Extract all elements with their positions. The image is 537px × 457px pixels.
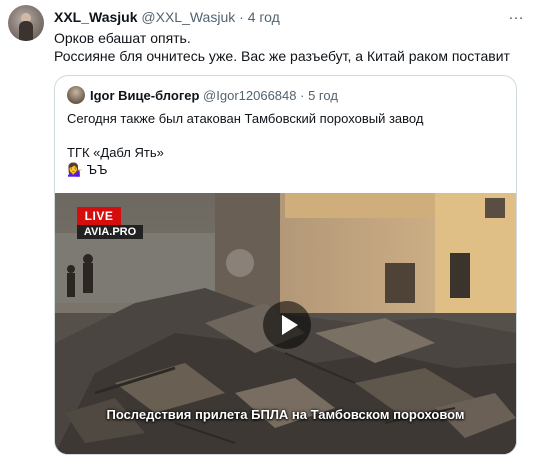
live-badge: LIVE bbox=[77, 207, 121, 225]
quoted-header: Igor Вице-блогер @Igor12066848 · 5 год bbox=[90, 88, 338, 103]
quoted-tweet[interactable]: Igor Вице-блогер @Igor12066848 · 5 год С… bbox=[54, 75, 517, 455]
header-separator: · bbox=[239, 9, 244, 25]
author-avatar[interactable] bbox=[8, 5, 44, 41]
quoted-author-handle: @Igor12066848 bbox=[203, 88, 297, 103]
quoted-text: Сегодня также был атакован Тамбовский по… bbox=[67, 110, 423, 178]
play-icon[interactable] bbox=[263, 301, 311, 349]
play-triangle bbox=[282, 315, 298, 335]
quoted-time: 5 год bbox=[308, 88, 338, 103]
quoted-author-avatar bbox=[67, 86, 85, 104]
quoted-text-line: ТГК «Дабл Ять» bbox=[67, 145, 164, 160]
tweet[interactable]: XXL_Wasjuk @XXL_Wasjuk · 4 год … Орков е… bbox=[0, 0, 537, 457]
tweet-time[interactable]: 4 год bbox=[248, 9, 280, 25]
quoted-text-emoji-line: 💁‍♀️ ЪЪ bbox=[67, 162, 108, 177]
quoted-author-name: Igor Вице-блогер bbox=[90, 88, 200, 103]
source-label: AVIA.PRO bbox=[77, 225, 143, 239]
tweet-text: Орков ебашат опять. Россияне бля очнитес… bbox=[54, 29, 510, 65]
author-handle[interactable]: @XXL_Wasjuk bbox=[141, 9, 235, 25]
tweet-text-line: Россияне бля очнитесь уже. Вас же разъеб… bbox=[54, 48, 510, 64]
avatar-figure bbox=[19, 21, 33, 41]
tweet-header: XXL_Wasjuk @XXL_Wasjuk · 4 год bbox=[54, 9, 280, 25]
more-options-icon[interactable]: … bbox=[508, 6, 525, 24]
author-name[interactable]: XXL_Wasjuk bbox=[54, 9, 138, 25]
video-caption: Последствия прилета БПЛА на Тамбовском п… bbox=[106, 407, 465, 422]
quoted-text-line: Сегодня также был атакован Тамбовский по… bbox=[67, 111, 424, 126]
tweet-text-line: Орков ебашат опять. bbox=[54, 30, 191, 46]
video-thumbnail[interactable]: LIVE AVIA.PRO Последствия прилета БПЛА н… bbox=[55, 193, 516, 454]
quoted-separator: · bbox=[300, 88, 305, 103]
quoted-text-spacer bbox=[67, 127, 423, 144]
